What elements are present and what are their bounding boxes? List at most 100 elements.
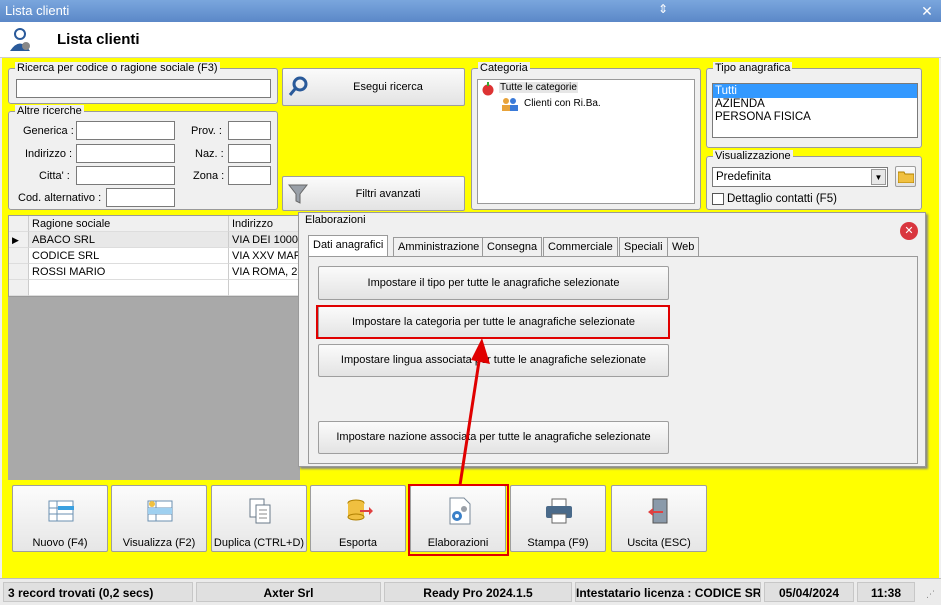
folder-icon bbox=[898, 171, 914, 183]
search-icon bbox=[288, 76, 308, 96]
chevron-down-icon[interactable]: ▼ bbox=[871, 169, 886, 185]
visualizzazione-value: Predefinita bbox=[716, 171, 771, 183]
duplica-button[interactable]: Duplica (CTRL+D) bbox=[211, 485, 307, 552]
new-grid-icon bbox=[48, 500, 74, 522]
page-header: Lista clienti bbox=[0, 22, 941, 58]
categoria-legend: Categoria bbox=[478, 62, 530, 74]
clients-grid[interactable]: Ragione sociale Indirizzo ▶ ABACO SRL VI… bbox=[8, 215, 301, 297]
grid-header-ragione[interactable]: Ragione sociale bbox=[29, 216, 229, 232]
tree-item-riba[interactable]: Clienti con Ri.Ba. bbox=[524, 98, 601, 109]
annotation-highlight-elaborazioni bbox=[408, 484, 509, 556]
dati-anagrafici-tab-body: Impostare il tipo per tutte le anagrafic… bbox=[308, 256, 918, 464]
tipo-anagrafica-list[interactable]: Tutti AZIENDA PERSONA FISICA bbox=[712, 83, 918, 138]
indirizzo-label: Indirizzo : bbox=[25, 148, 73, 160]
users-group-icon bbox=[502, 98, 518, 111]
advanced-filters-button[interactable]: Filtri avanzati bbox=[282, 176, 465, 211]
indirizzo-input[interactable] bbox=[76, 144, 175, 163]
status-date: 05/04/2024 bbox=[764, 582, 854, 602]
prov-input[interactable] bbox=[228, 121, 271, 140]
esporta-button[interactable]: Esporta bbox=[310, 485, 406, 552]
status-version: Ready Pro 2024.1.5 bbox=[384, 582, 572, 602]
uscita-button[interactable]: Uscita (ESC) bbox=[611, 485, 707, 552]
status-time: 11:38 bbox=[857, 582, 915, 602]
tab-amministrazione[interactable]: Amministrazione bbox=[393, 237, 485, 257]
status-license: Intestatario licenza : CODICE SRL bbox=[575, 582, 761, 602]
visualizza-label: Visualizza (F2) bbox=[122, 537, 196, 549]
tipo-item-azienda[interactable]: AZIENDA bbox=[713, 98, 917, 111]
zona-label: Zona : bbox=[193, 170, 225, 182]
cod-alt-input[interactable] bbox=[106, 188, 175, 207]
advanced-filters-label: Filtri avanzati bbox=[355, 188, 421, 200]
close-icon[interactable]: ✕ bbox=[919, 3, 935, 19]
visualizzazione-group: Visualizzazione Predefinita ▼ Dettaglio … bbox=[706, 150, 922, 210]
grid-header-indirizzo[interactable]: Indirizzo bbox=[229, 216, 301, 232]
citta-input[interactable] bbox=[76, 166, 175, 185]
row-header bbox=[9, 248, 29, 264]
generica-input[interactable] bbox=[76, 121, 175, 140]
duplica-label: Duplica (CTRL+D) bbox=[213, 537, 305, 549]
exit-door-icon bbox=[648, 498, 668, 524]
close-panel-icon[interactable]: ✕ bbox=[900, 222, 918, 240]
status-records: 3 record trovati (0,2 secs) bbox=[3, 582, 193, 602]
naz-label: Naz. : bbox=[195, 148, 224, 160]
tipo-item-tutti[interactable]: Tutti bbox=[713, 84, 917, 98]
tab-dati-anagrafici[interactable]: Dati anagrafici bbox=[308, 235, 389, 258]
page-title: Lista clienti bbox=[57, 31, 140, 48]
categoria-group: Categoria Tutte le categorie Clienti con… bbox=[471, 62, 701, 210]
table-cell[interactable]: VIA ROMA, 28 bbox=[229, 264, 301, 280]
visualizzazione-select[interactable]: Predefinita ▼ bbox=[712, 167, 888, 187]
tipo-anagrafica-legend: Tipo anagrafica bbox=[713, 62, 793, 74]
view-grid-icon bbox=[147, 500, 173, 522]
nuovo-button[interactable]: Nuovo (F4) bbox=[12, 485, 108, 552]
table-cell-empty[interactable] bbox=[229, 280, 301, 296]
category-root-icon bbox=[482, 82, 494, 96]
set-tipo-button[interactable]: Impostare il tipo per tutte le anagrafic… bbox=[318, 266, 669, 300]
printer-icon bbox=[546, 498, 572, 524]
tab-web[interactable]: Web bbox=[667, 237, 700, 257]
cod-alt-label: Cod. alternativo : bbox=[18, 192, 102, 204]
search-group: Ricerca per codice o ragione sociale (F3… bbox=[8, 62, 278, 104]
tipo-item-persona-fisica[interactable]: PERSONA FISICA bbox=[713, 111, 917, 124]
other-searches-group: Altre ricerche Generica : Prov. : Indiri… bbox=[8, 105, 278, 210]
search-input[interactable] bbox=[16, 79, 271, 98]
status-company: Axter Srl bbox=[196, 582, 381, 602]
esporta-label: Esporta bbox=[339, 537, 377, 549]
uscita-label: Uscita (ESC) bbox=[627, 537, 691, 549]
tab-speciali[interactable]: Speciali bbox=[619, 237, 668, 257]
prov-label: Prov. : bbox=[191, 125, 222, 137]
elaborazioni-panel: Elaborazioni ✕ Dati anagrafici Amministr… bbox=[298, 212, 926, 467]
grid-corner bbox=[9, 216, 29, 232]
naz-input[interactable] bbox=[228, 144, 271, 163]
tab-consegna[interactable]: Consegna bbox=[482, 237, 543, 257]
table-cell[interactable]: VIA DEI 1000, bbox=[229, 232, 301, 248]
search-button[interactable]: Esegui ricerca bbox=[282, 68, 465, 106]
elaborazioni-legend: Elaborazioni bbox=[305, 214, 366, 226]
filter-icon bbox=[288, 184, 308, 204]
tree-item-tutte[interactable]: Tutte le categorie bbox=[499, 82, 578, 93]
tab-commerciale[interactable]: Commerciale bbox=[543, 237, 618, 257]
annotation-arrow bbox=[458, 338, 490, 486]
cursor-icon: ⇕ bbox=[658, 2, 669, 16]
citta-label: Citta' : bbox=[39, 170, 70, 182]
row-header bbox=[9, 280, 29, 296]
generica-label: Generica : bbox=[23, 125, 74, 137]
categoria-tree[interactable]: Tutte le categorie Clienti con Ri.Ba. bbox=[477, 79, 695, 204]
table-row-empty[interactable] bbox=[29, 280, 229, 296]
dettaglio-contatti-checkbox[interactable] bbox=[712, 193, 724, 205]
table-row[interactable]: ABACO SRL bbox=[29, 232, 229, 248]
tipo-anagrafica-group: Tipo anagrafica Tutti AZIENDA PERSONA FI… bbox=[706, 62, 922, 148]
visualizza-button[interactable]: Visualizza (F2) bbox=[111, 485, 207, 552]
zona-input[interactable] bbox=[228, 166, 271, 185]
table-row[interactable]: CODICE SRL bbox=[29, 248, 229, 264]
stampa-button[interactable]: Stampa (F9) bbox=[510, 485, 606, 552]
grid-empty-area bbox=[8, 297, 300, 480]
table-row[interactable]: ROSSI MARIO bbox=[29, 264, 229, 280]
row-header bbox=[9, 264, 29, 280]
copy-icon bbox=[249, 498, 271, 524]
search-legend: Ricerca per codice o ragione sociale (F3… bbox=[15, 62, 220, 74]
window-title: Lista clienti bbox=[5, 3, 70, 18]
table-cell[interactable]: VIA XXV MARZ bbox=[229, 248, 301, 264]
visualizzazione-legend: Visualizzazione bbox=[713, 150, 793, 162]
open-view-button[interactable] bbox=[895, 166, 916, 187]
resize-grip-icon[interactable]: ⋰ bbox=[926, 589, 935, 600]
